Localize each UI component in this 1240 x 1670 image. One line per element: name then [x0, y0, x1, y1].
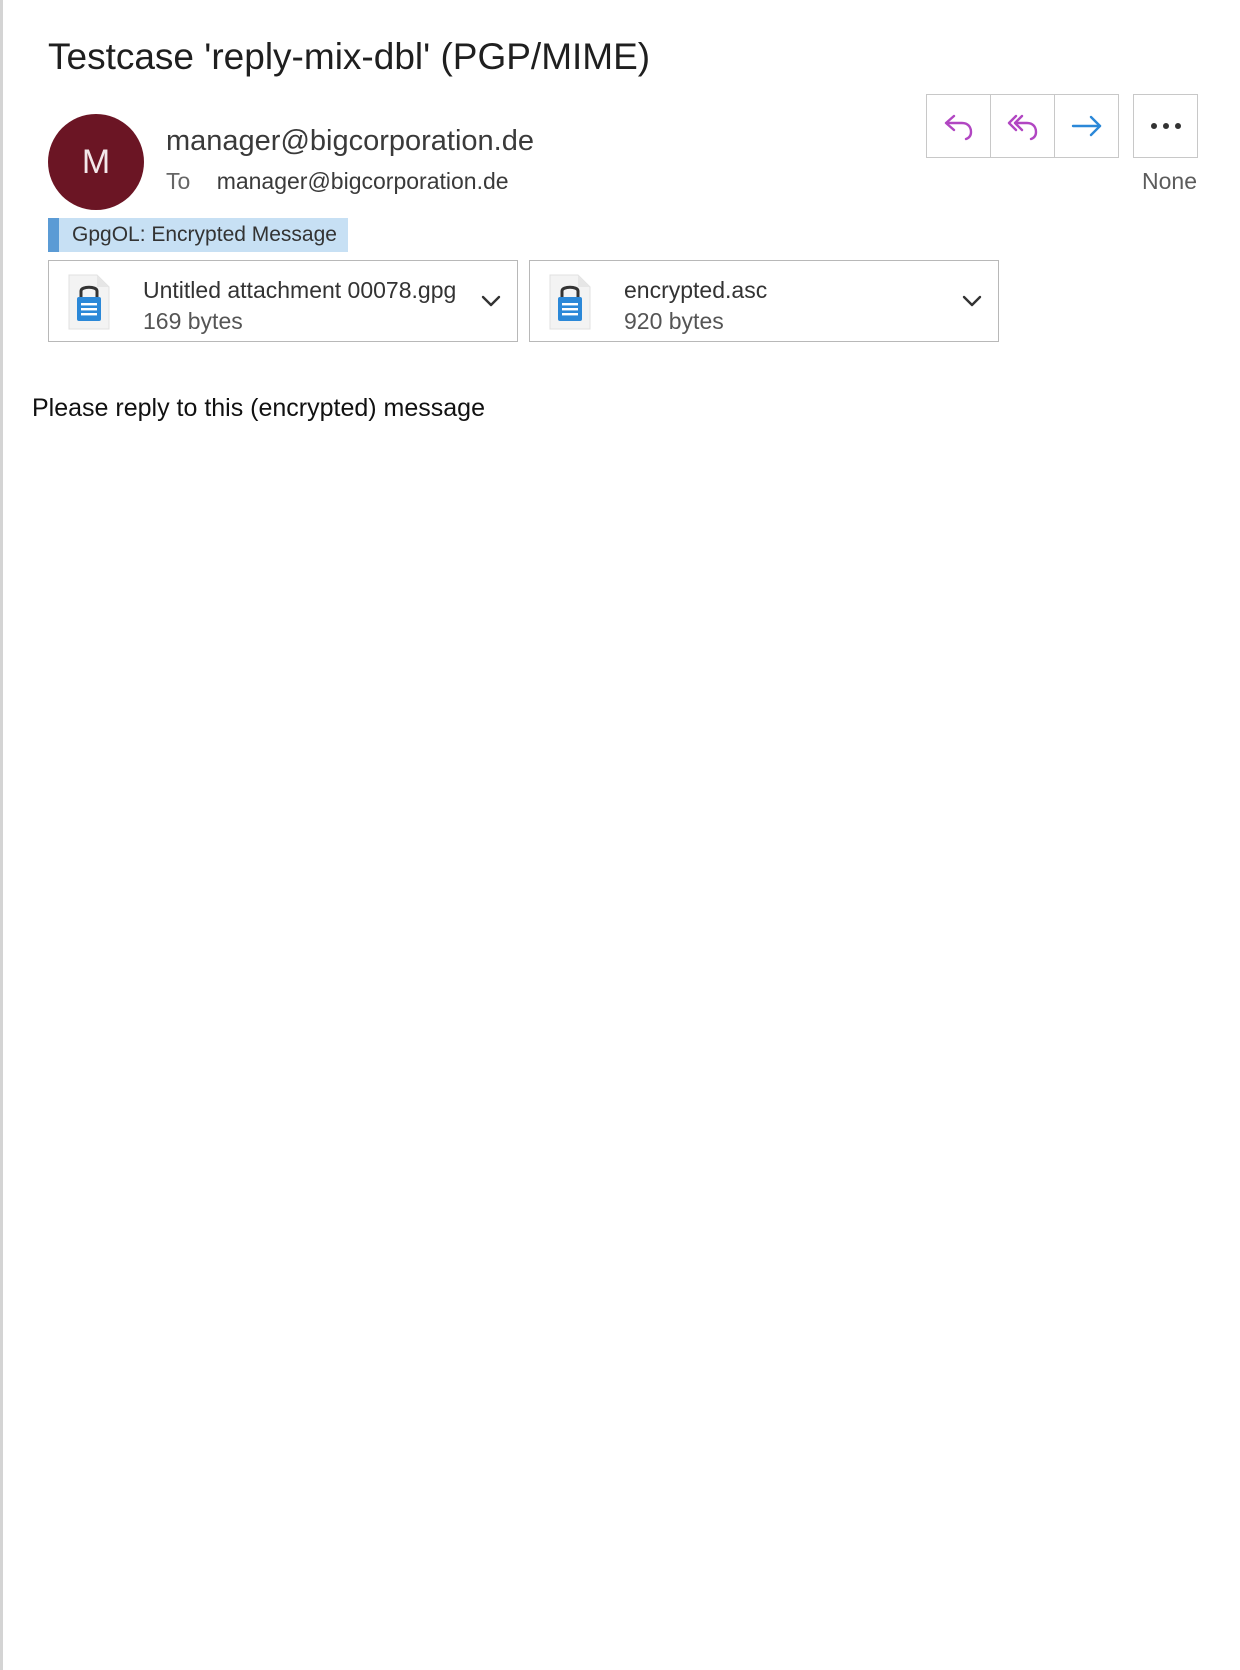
reply-button[interactable]	[926, 94, 991, 158]
chevron-down-icon[interactable]	[479, 291, 503, 311]
forward-button[interactable]	[1054, 94, 1119, 158]
chevron-down-icon[interactable]	[960, 291, 984, 311]
reply-icon	[944, 114, 972, 141]
message-actions	[926, 94, 1119, 158]
avatar-initial: M	[81, 142, 111, 181]
more-options-icon	[1150, 123, 1181, 129]
reply-all-button[interactable]	[990, 94, 1055, 158]
recipient-address[interactable]: manager@bigcorporation.de	[217, 168, 509, 194]
attachment-name: encrypted.asc	[624, 277, 768, 303]
avatar[interactable]: M	[48, 114, 144, 210]
crypto-status-text: GpgOL: Encrypted Message	[72, 223, 337, 246]
encrypted-file-icon	[68, 274, 110, 330]
forward-icon	[1071, 115, 1101, 137]
message-subject: Testcase 'reply-mix-dbl' (PGP/MIME)	[48, 36, 651, 77]
encrypted-file-icon	[549, 274, 591, 330]
more-options-button[interactable]	[1133, 94, 1198, 158]
attachment-card[interactable]: encrypted.asc 920 bytes	[529, 260, 999, 342]
sender-address[interactable]: manager@bigcorporation.de	[166, 125, 534, 158]
recipients-line: To manager@bigcorporation.de	[166, 168, 509, 195]
attachment-size: 920 bytes	[624, 308, 724, 334]
crypto-status-banner: GpgOL: Encrypted Message	[48, 218, 348, 252]
attachment-name: Untitled attachment 00078.gpg	[143, 277, 457, 303]
message-body: Please reply to this (encrypted) message	[32, 394, 485, 422]
banner-accent-bar	[48, 218, 59, 252]
attachment-card[interactable]: Untitled attachment 00078.gpg 169 bytes	[48, 260, 518, 342]
pane-divider	[0, 0, 3, 1670]
category-label: None	[1142, 168, 1197, 194]
attachment-size: 169 bytes	[143, 308, 243, 334]
to-label: To	[166, 168, 191, 194]
reply-all-icon	[1007, 114, 1037, 141]
